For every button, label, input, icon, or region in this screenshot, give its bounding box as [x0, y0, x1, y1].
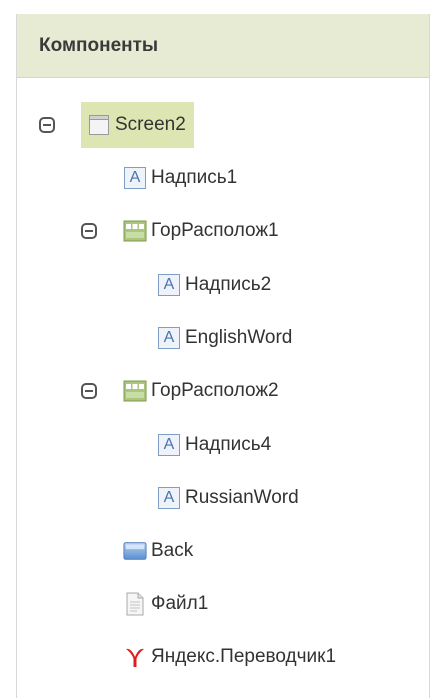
tree-item-label: Надпись2: [185, 274, 272, 295]
tree-item-file1[interactable]: Файл1: [123, 581, 208, 627]
tree-item-label: Надпись1: [151, 167, 238, 188]
tree-item-label4[interactable]: A Надпись4: [157, 422, 271, 468]
screen-icon: [87, 113, 111, 137]
tree-item-russianword[interactable]: A RussianWord: [157, 475, 299, 521]
tree-item-hor1[interactable]: ГорРасполож1: [123, 208, 279, 254]
tree-item-label: EnglishWord: [185, 327, 293, 348]
tree-item-label: Файл1: [151, 593, 209, 614]
tree-item-yandex-translator1[interactable]: Яндекс.Переводчик1: [123, 634, 336, 680]
label-icon: A: [157, 273, 181, 297]
button-icon: [123, 539, 147, 563]
horizontal-arrangement-icon: [123, 219, 147, 243]
tree-item-label1[interactable]: A Надпись1: [123, 155, 237, 201]
tree-item-label: ГорРасполож2: [151, 380, 279, 401]
tree-item-label: ГорРасполож1: [151, 220, 279, 241]
components-panel: Компоненты Screen2 A Надпись1 ГорРасполо…: [16, 14, 430, 698]
collapse-screen2-toggle[interactable]: [39, 117, 55, 133]
tree-item-label2[interactable]: A Надпись2: [157, 262, 271, 308]
collapse-hor1-toggle[interactable]: [81, 223, 97, 239]
file-icon: [123, 592, 147, 616]
panel-header: Компоненты: [17, 14, 429, 78]
label-icon: A: [157, 433, 181, 457]
tree-item-label: Screen2: [115, 114, 186, 135]
tree-item-back[interactable]: Back: [123, 528, 193, 574]
tree-item-label: Back: [151, 540, 194, 561]
tree-item-label: RussianWord: [185, 487, 299, 508]
tree-item-screen2[interactable]: Screen2: [81, 102, 194, 148]
tree-item-hor2[interactable]: ГорРасполож2: [123, 368, 279, 414]
tree-item-label: Надпись4: [185, 434, 272, 455]
label-icon: A: [123, 166, 147, 190]
yandex-translate-icon: [123, 645, 147, 669]
label-icon: A: [157, 326, 181, 350]
collapse-hor2-toggle[interactable]: [81, 383, 97, 399]
panel-title: Компоненты: [39, 34, 159, 56]
tree-item-label: Яндекс.Переводчик1: [151, 646, 337, 667]
label-icon: A: [157, 486, 181, 510]
horizontal-arrangement-icon: [123, 379, 147, 403]
tree-item-englishword[interactable]: A EnglishWord: [157, 315, 292, 361]
